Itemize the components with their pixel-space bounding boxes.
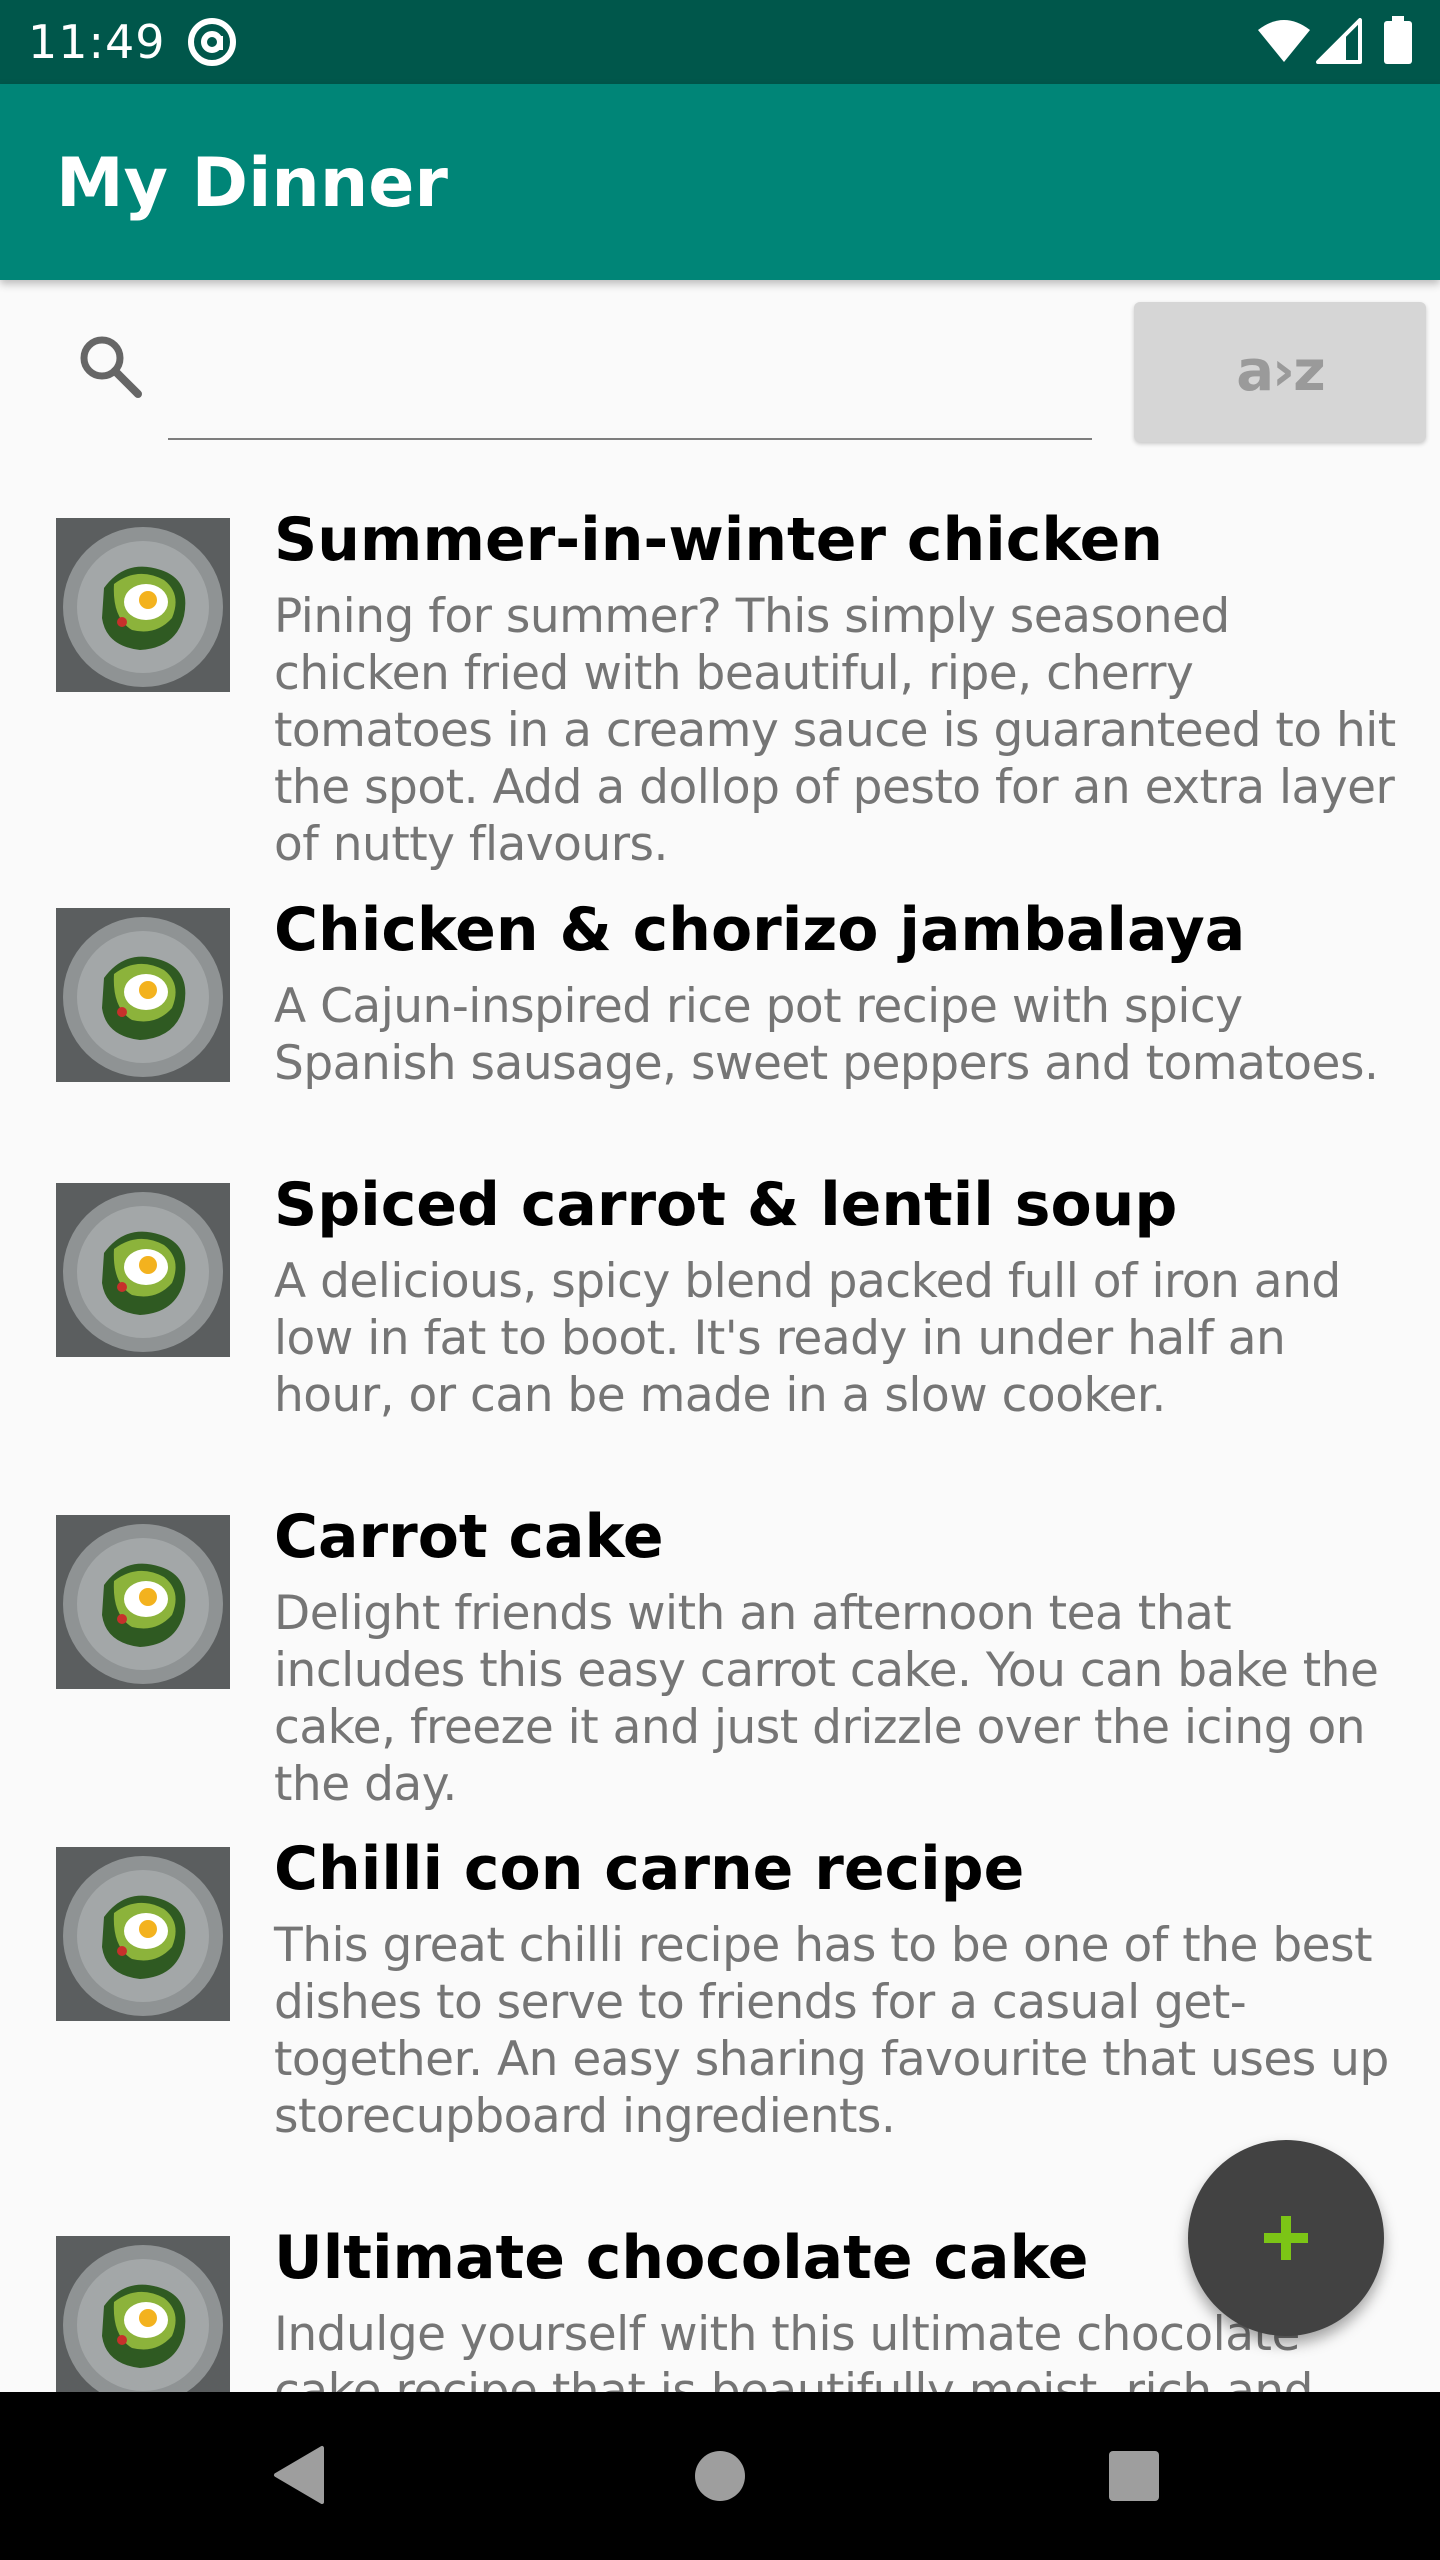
recipe-thumbnail-image [56,2236,230,2392]
sort-az-button[interactable]: a›z [1134,302,1426,442]
search-input[interactable] [168,320,1092,440]
recipe-title: Summer-in-winter chicken [274,505,1164,575]
recipe-thumbnail [56,518,230,692]
recipe-title: Ultimate chocolate cake [274,2223,1089,2293]
recipe-thumbnail [56,2236,230,2392]
recipe-thumbnail-image [56,908,230,1082]
wifi-icon [1258,20,1310,62]
battery-icon [1384,16,1412,64]
status-bar: 11:49 [0,0,1440,84]
sort-az-label: a›z [1236,339,1325,404]
search-icon [80,336,142,398]
recipe-thumbnail-image [56,1183,230,1357]
at-sign-icon [188,18,236,66]
recipe-thumbnail [56,1515,230,1689]
recipe-description: Delight friends with an afternoon tea th… [274,1586,1379,1812]
plus-icon [1264,2216,1308,2260]
add-recipe-button[interactable] [1188,2140,1384,2336]
status-time: 11:49 [28,15,166,69]
recipe-thumbnail [56,908,230,1082]
recipe-title: Spiced carrot & lentil soup [274,1170,1178,1240]
recipe-title: Carrot cake [274,1502,664,1572]
recipe-description: Pining for summer? This simply seasoned … [274,589,1396,872]
recipe-list[interactable]: Summer-in-winter chicken Pining for summ… [0,460,1440,2392]
recipe-description: A delicious, spicy blend packed full of … [274,1254,1341,1423]
back-icon[interactable] [272,2444,326,2506]
recents-icon[interactable] [1108,2450,1160,2502]
home-icon[interactable] [694,2450,746,2502]
navigation-bar [0,2392,1440,2560]
signal-icon [1316,18,1362,64]
recipe-description: This great chilli recipe has to be one o… [274,1918,1389,2144]
recipe-thumbnail [56,1183,230,1357]
recipe-title: Chicken & chorizo jambalaya [274,895,1246,965]
recipe-thumbnail-image [56,1847,230,2021]
recipe-title: Chilli con carne recipe [274,1834,1025,1904]
recipe-description: A Cajun-inspired rice pot recipe with sp… [274,979,1379,1091]
search-row: a›z [0,280,1440,460]
app-bar: My Dinner [0,84,1440,280]
recipe-thumbnail-image [56,518,230,692]
app-title: My Dinner [56,144,448,223]
recipe-thumbnail-image [56,1515,230,1689]
recipe-thumbnail [56,1847,230,2021]
